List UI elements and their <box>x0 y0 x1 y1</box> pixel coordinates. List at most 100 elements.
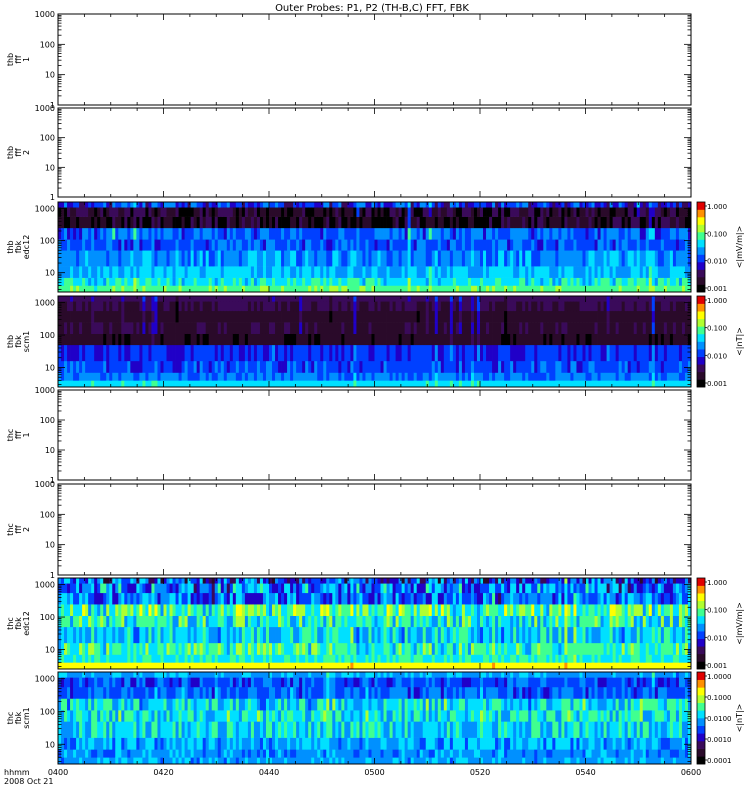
heatmap-cell <box>76 239 80 251</box>
heatmap-cell <box>660 202 665 208</box>
heatmap-cell <box>639 360 644 373</box>
heatmap-cell <box>67 207 71 217</box>
heatmap-cell <box>480 216 484 229</box>
heatmap-cell <box>193 604 198 616</box>
heatmap-cell <box>136 239 140 251</box>
heatmap-cell <box>112 333 116 346</box>
heatmap-cell <box>70 372 74 381</box>
heatmap-cell <box>519 250 523 267</box>
colorbar-swatch <box>697 349 705 357</box>
heatmap-cell <box>356 266 360 278</box>
heatmap-cell <box>181 250 185 267</box>
heatmap-cell <box>525 372 529 381</box>
heatmap-cell <box>413 239 418 251</box>
heatmap-cell <box>67 662 71 670</box>
heatmap-cell <box>148 227 152 240</box>
heatmap-cell <box>211 266 216 278</box>
heatmap-cell <box>588 202 592 208</box>
heatmap-cell <box>386 250 390 267</box>
heatmap-cell <box>600 310 604 323</box>
heatmap-cell <box>627 207 632 217</box>
heatmap-cell <box>332 333 336 346</box>
heatmap-cell <box>374 285 378 293</box>
heatmap-cell <box>272 333 276 346</box>
heatmap-cell <box>97 285 101 293</box>
heatmap-cell <box>540 250 544 267</box>
heatmap-cell <box>278 333 282 346</box>
heatmap-cell <box>127 216 131 229</box>
heatmap-cell <box>151 296 155 302</box>
heatmap-cell <box>130 360 134 373</box>
heatmap-cell <box>461 216 466 229</box>
heatmap-cell <box>492 207 496 217</box>
heatmap-cell <box>214 626 219 644</box>
heatmap-cell <box>269 322 273 334</box>
heatmap-cell <box>437 216 442 229</box>
heatmap-cell <box>232 296 237 302</box>
heatmap-cell <box>489 344 493 362</box>
heatmap-cell <box>422 296 427 302</box>
heatmap-cell <box>278 239 282 251</box>
heatmap-cell <box>311 296 315 302</box>
heatmap-cell <box>341 380 345 388</box>
heatmap-cell <box>633 266 638 278</box>
heatmap-cell <box>341 250 345 267</box>
heatmap-cell <box>606 333 611 346</box>
heatmap-cell <box>428 310 433 323</box>
heatmap-cell <box>458 277 463 286</box>
heatmap-cell <box>205 626 210 644</box>
heatmap-cell <box>196 642 201 655</box>
heatmap-cell <box>172 310 176 323</box>
heatmap-cell <box>166 360 170 373</box>
heatmap-cell <box>636 310 641 323</box>
heatmap-cell <box>124 207 128 217</box>
heatmap-cell <box>618 227 623 240</box>
heatmap-cell <box>112 592 116 605</box>
heatmap-cell <box>109 604 113 616</box>
heatmap-cell <box>516 372 520 381</box>
heatmap-cell <box>483 239 487 251</box>
heatmap-cell <box>79 615 83 628</box>
heatmap-cell <box>106 239 110 251</box>
heatmap-cell <box>308 360 312 373</box>
heatmap-cell <box>287 250 291 267</box>
heatmap-cell <box>136 583 140 594</box>
heatmap-cell <box>121 207 125 217</box>
heatmap-cell <box>452 344 457 362</box>
heatmap-cell <box>645 344 650 362</box>
heatmap-cell <box>169 239 173 251</box>
heatmap-cell <box>588 285 592 293</box>
heatmap-cell <box>106 604 110 616</box>
heatmap-cell <box>76 344 80 362</box>
heatmap-cell <box>540 333 544 346</box>
heatmap-cell <box>262 372 267 381</box>
heatmap-cell <box>262 322 267 334</box>
heatmap-cell <box>118 207 122 217</box>
heatmap-cell <box>305 333 309 346</box>
heatmap-cell <box>91 615 95 628</box>
heatmap-cell <box>64 578 68 584</box>
heatmap-cell <box>184 250 189 267</box>
heatmap-cell <box>513 372 517 381</box>
heatmap-cell <box>615 310 620 323</box>
heatmap-cell <box>256 296 261 302</box>
heatmap-cell <box>371 372 375 381</box>
heatmap-cell <box>555 227 559 240</box>
heatmap-cell <box>540 322 544 334</box>
heatmap-cell <box>473 344 478 362</box>
heatmap-cell <box>543 333 547 346</box>
heatmap-cell <box>275 360 279 373</box>
heatmap-cell <box>597 322 601 334</box>
heatmap-cell <box>232 285 237 293</box>
heatmap-cell <box>112 202 116 208</box>
heatmap-cell <box>642 360 647 373</box>
heatmap-cell <box>618 239 623 251</box>
heatmap-cell <box>160 592 164 605</box>
heatmap-cell <box>302 250 306 267</box>
heatmap-cell <box>100 207 104 217</box>
heatmap-cell <box>211 380 216 388</box>
heatmap-cell <box>130 202 134 208</box>
heatmap-cell <box>97 301 101 312</box>
heatmap-cell <box>425 301 430 312</box>
panel-thb-fff2: 1101001000thb fff 2 <box>6 104 692 202</box>
